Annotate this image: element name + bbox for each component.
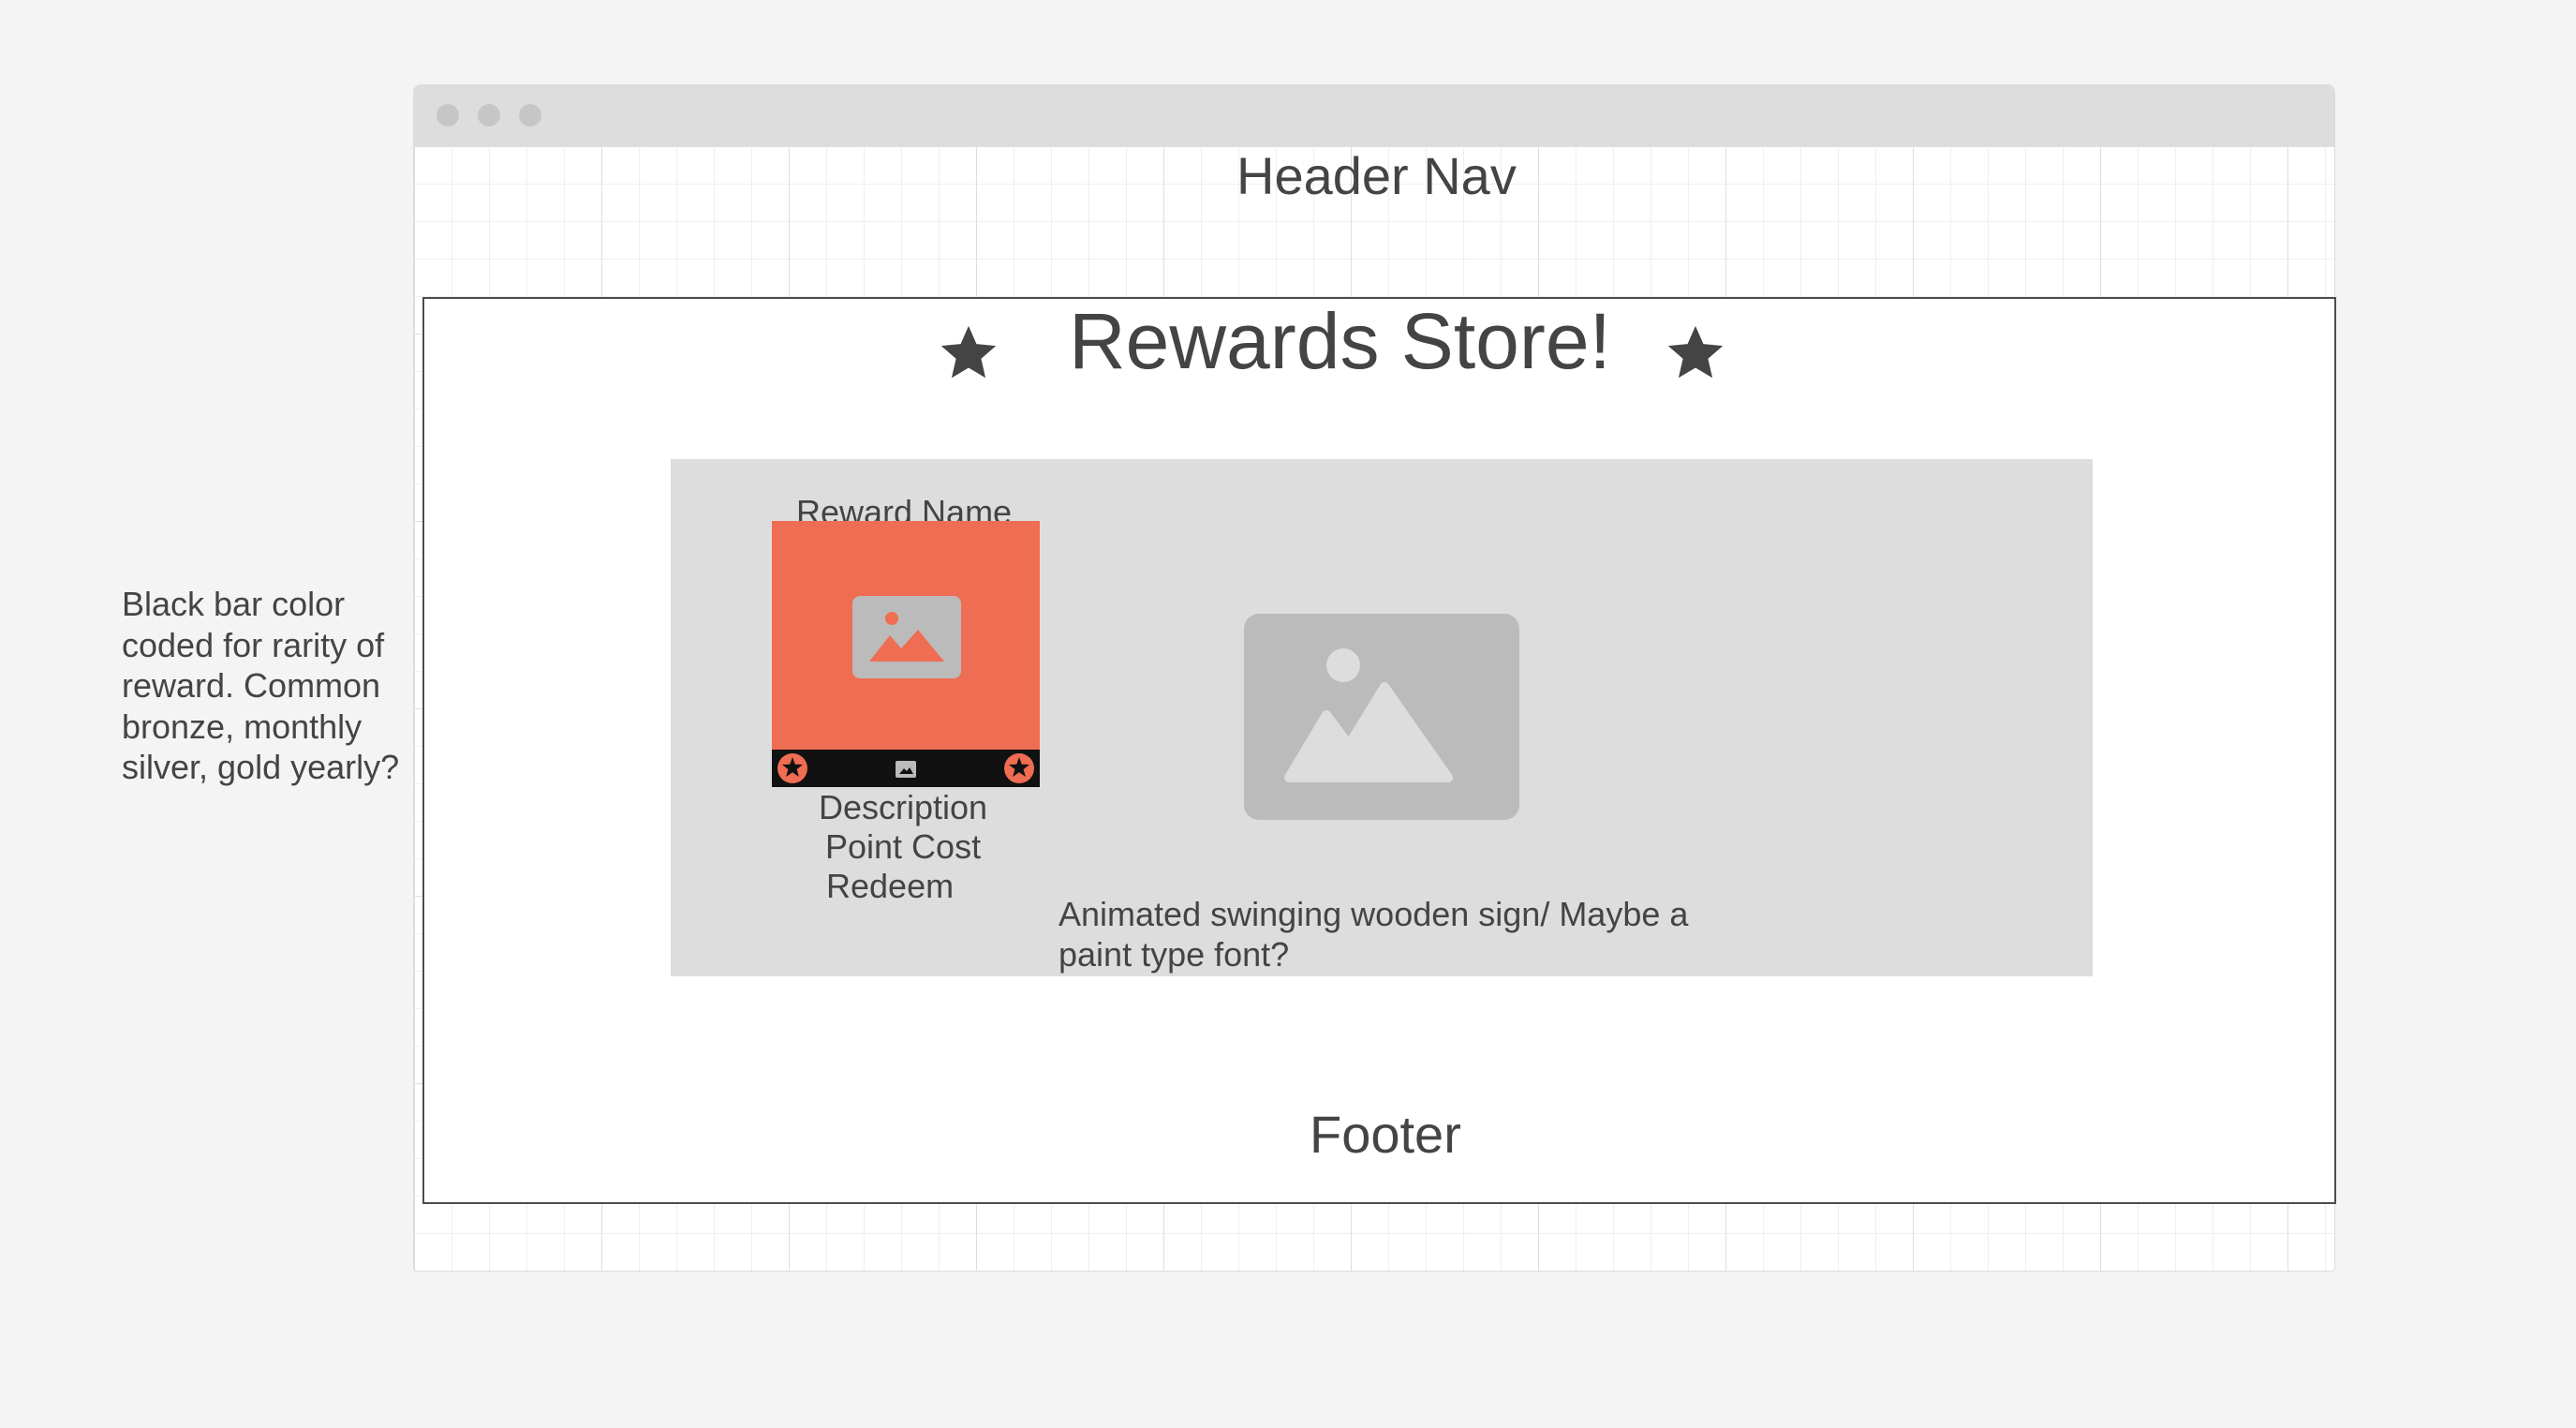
image-icon [896, 761, 916, 778]
window-maximize-dot[interactable] [519, 104, 541, 126]
window-close-dot[interactable] [437, 104, 459, 126]
rarity-bar [772, 750, 1040, 787]
reward-description: Description [819, 788, 988, 826]
image-placeholder-icon [852, 596, 961, 678]
window-titlebar [414, 85, 2334, 146]
star-icon [1667, 325, 1724, 379]
star-icon [940, 325, 997, 379]
rarity-annotation: Black bar color coded for rarity of rewa… [122, 585, 400, 786]
reward-point-cost: Point Cost [825, 827, 982, 866]
header-nav[interactable]: Header Nav [1236, 145, 1517, 206]
page-title: Rewards Store! [1069, 297, 1611, 385]
reward-card[interactable] [772, 521, 1040, 787]
sign-annotation: Animated swinging wooden sign/ Maybe a p… [1059, 895, 1689, 974]
redeem-button[interactable]: Redeem [826, 867, 954, 906]
window-minimize-dot[interactable] [478, 104, 500, 126]
star-badge-icon [1004, 753, 1034, 783]
image-placeholder-icon [1244, 614, 1519, 820]
footer: Footer [1310, 1105, 1461, 1164]
star-badge-icon [777, 753, 807, 783]
